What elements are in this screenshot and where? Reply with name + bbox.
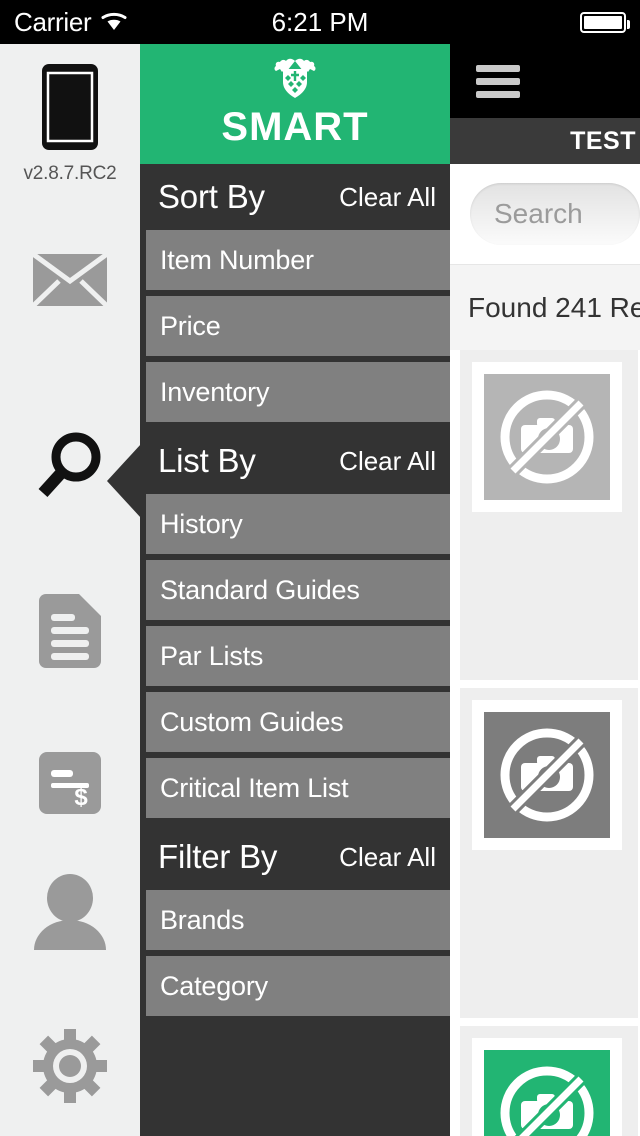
results-count: Found 241 Results: [450, 264, 640, 350]
page-title: TEST: [570, 126, 636, 155]
filter-option-label: Custom Guides: [160, 706, 344, 737]
brand-name-label: SMART: [221, 105, 369, 149]
filter-option-inventory[interactable]: Inventory: [146, 362, 450, 422]
rail-item-settings[interactable]: [0, 1029, 140, 1108]
filter-option-label: Brands: [160, 904, 245, 935]
clear-all-button[interactable]: Clear All: [339, 182, 436, 213]
section-header: Filter By Clear All: [140, 824, 450, 890]
hamburger-menu-icon[interactable]: [476, 64, 520, 98]
clock-label: 6:21 PM: [271, 6, 369, 37]
filter-option-item-number[interactable]: Item Number: [146, 230, 450, 290]
filter-option-label: Critical Item List: [160, 772, 349, 803]
clear-all-button[interactable]: Clear All: [339, 842, 436, 873]
filter-option-category[interactable]: Category: [146, 956, 450, 1016]
filter-option-history[interactable]: History: [146, 494, 450, 554]
filter-option-label: Category: [160, 970, 268, 1001]
icon-rail: v2.8.7.RC2 $: [0, 44, 141, 1136]
crest-logo-icon: [272, 58, 318, 103]
page-title-bar: TEST: [450, 118, 640, 164]
filter-option-price[interactable]: Price: [146, 296, 450, 356]
result-thumbnail: [472, 362, 622, 512]
filter-option-critical-item-list[interactable]: Critical Item List: [146, 758, 450, 818]
battery-icon: [580, 12, 630, 33]
rail-item-mail[interactable]: [0, 251, 140, 311]
search-placeholder: Search: [494, 198, 583, 229]
search-bar: Search: [450, 164, 640, 264]
status-bar: Carrier 6:21 PM: [0, 0, 640, 44]
filter-option-standard-guides[interactable]: Standard Guides: [146, 560, 450, 620]
section-header: Sort By Clear All: [140, 164, 450, 230]
filter-option-brands[interactable]: Brands: [146, 890, 450, 950]
filter-drawer: SMART Sort By Clear All Item Number Pric…: [140, 44, 450, 1136]
section-title: Sort By: [158, 178, 265, 215]
section-title: Filter By: [158, 838, 278, 875]
filter-option-label: Inventory: [160, 376, 270, 407]
search-input[interactable]: Search: [470, 183, 640, 245]
filter-option-label: Price: [160, 310, 221, 341]
result-thumbnail: [472, 1038, 622, 1136]
filter-option-custom-guides[interactable]: Custom Guides: [146, 692, 450, 752]
result-thumbnail: [472, 700, 622, 850]
device-icon: [42, 64, 98, 155]
brand-header: SMART: [140, 44, 450, 164]
search-icon: [33, 429, 107, 508]
main-content: TEST Search Found 241 Results: [450, 44, 640, 1136]
result-card[interactable]: [460, 688, 638, 1018]
filter-option-par-lists[interactable]: Par Lists: [146, 626, 450, 686]
rail-item-device[interactable]: v2.8.7.RC2: [0, 64, 140, 185]
rail-item-account[interactable]: [0, 874, 140, 955]
no-photo-icon: [484, 374, 610, 500]
results-count-label: Found 241 Results: [468, 291, 640, 323]
filter-option-label: Par Lists: [160, 640, 264, 671]
result-card[interactable]: [460, 350, 638, 680]
gear-icon: [33, 1029, 107, 1108]
invoice-icon: $: [39, 752, 101, 819]
results-list: [450, 350, 640, 1136]
document-icon: [39, 594, 101, 673]
app-screen: Carrier 6:21 PM v2.8.7.RC2 $ SMART Sort …: [0, 0, 640, 1136]
user-icon: [32, 874, 108, 955]
filter-section-sort-by: Sort By Clear All Item Number Price Inve…: [140, 164, 450, 422]
filter-section-list-by: List By Clear All History Standard Guide…: [140, 428, 450, 818]
navigation-bar: [450, 44, 640, 118]
no-photo-icon: [484, 712, 610, 838]
clear-all-button[interactable]: Clear All: [339, 446, 436, 477]
filter-section-filter-by: Filter By Clear All Brands Category: [140, 824, 450, 1016]
result-card[interactable]: [460, 1026, 638, 1136]
no-photo-icon: [484, 1050, 610, 1136]
rail-item-invoices[interactable]: $: [0, 752, 140, 819]
rail-item-documents[interactable]: [0, 594, 140, 673]
section-header: List By Clear All: [140, 428, 450, 494]
svg-text:$: $: [74, 784, 88, 811]
mail-icon: [31, 251, 109, 311]
filter-option-label: Standard Guides: [160, 574, 360, 605]
filter-option-label: Item Number: [160, 244, 314, 275]
filter-option-label: History: [160, 508, 243, 539]
app-version-label: v2.8.7.RC2: [23, 163, 117, 184]
section-title: List By: [158, 442, 256, 479]
